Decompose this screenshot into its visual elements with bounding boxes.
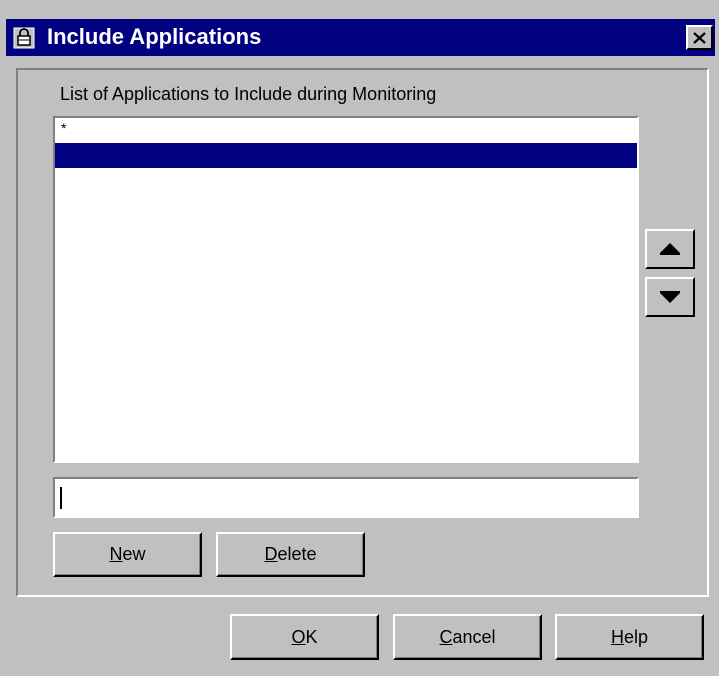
move-down-button[interactable] bbox=[645, 277, 695, 317]
delete-button-label: elete bbox=[277, 544, 317, 564]
ok-button[interactable]: OK bbox=[230, 614, 379, 660]
help-button[interactable]: Help bbox=[555, 614, 704, 660]
text-caret bbox=[60, 487, 62, 509]
arrow-down-icon bbox=[660, 291, 680, 303]
arrow-up-icon bbox=[660, 243, 680, 255]
new-button[interactable]: New bbox=[53, 532, 202, 577]
ok-button-mnemonic: O bbox=[291, 626, 306, 647]
application-name-input[interactable] bbox=[55, 479, 637, 516]
title-bar[interactable]: Include Applications bbox=[6, 19, 715, 56]
new-button-mnemonic: N bbox=[109, 544, 123, 564]
move-up-button[interactable] bbox=[645, 229, 695, 269]
include-applications-dialog: Include Applications List of Application… bbox=[0, 0, 719, 676]
group-label: List of Applications to Include during M… bbox=[60, 84, 437, 104]
list-item-label: * bbox=[61, 120, 67, 136]
delete-button-mnemonic: D bbox=[264, 544, 278, 564]
help-button-mnemonic: H bbox=[610, 626, 624, 647]
help-button-label: elp bbox=[623, 626, 649, 647]
list-item[interactable]: * bbox=[55, 118, 637, 143]
lock-icon bbox=[13, 27, 35, 49]
close-icon bbox=[693, 31, 706, 44]
new-button-label: ew bbox=[122, 544, 146, 564]
list-item-selected[interactable] bbox=[55, 143, 637, 168]
dialog-title: Include Applications bbox=[47, 24, 262, 49]
ok-button-label: K bbox=[305, 626, 318, 647]
cancel-button[interactable]: Cancel bbox=[393, 614, 542, 660]
applications-listbox[interactable]: * bbox=[53, 116, 639, 463]
application-name-field[interactable] bbox=[53, 477, 639, 518]
close-button[interactable] bbox=[686, 25, 713, 50]
cancel-button-mnemonic: C bbox=[439, 626, 453, 647]
delete-button[interactable]: Delete bbox=[216, 532, 365, 577]
cancel-button-label: ancel bbox=[452, 626, 496, 647]
